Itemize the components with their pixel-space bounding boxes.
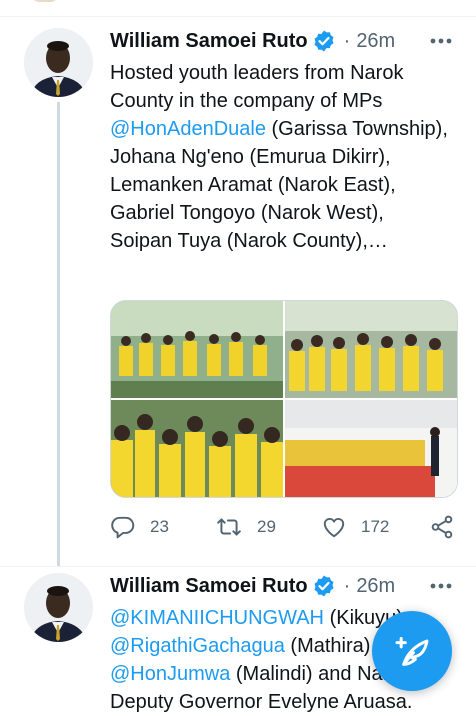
more-icon[interactable] (426, 30, 456, 52)
mention-link[interactable]: @HonAdenDuale (110, 118, 266, 140)
compose-tweet-button[interactable] (372, 611, 452, 691)
photo-1[interactable] (111, 301, 283, 398)
tweet-divider (0, 566, 476, 567)
media-grid[interactable] (110, 300, 458, 498)
retweet-count: 29 (257, 517, 276, 536)
reply-button[interactable]: 23 (110, 514, 215, 540)
separator-dot: · (343, 29, 351, 52)
reply-count: 23 (150, 517, 169, 536)
tweet-text-part: Hosted youth leaders from Narok County i… (110, 62, 404, 112)
author-name[interactable]: William Samoei Ruto (110, 30, 308, 53)
avatar[interactable] (24, 28, 93, 97)
timestamp[interactable]: 26m (356, 575, 395, 598)
previous-tweet-edge (0, 0, 476, 17)
mention-link[interactable]: @RigathiGachagua (110, 635, 285, 657)
verified-badge-icon (312, 29, 336, 53)
like-count: 172 (361, 517, 390, 536)
photo-3[interactable] (111, 400, 283, 497)
photo-2[interactable] (285, 301, 457, 398)
tweet-header: William Samoei Ruto · 26m (110, 573, 395, 599)
verified-badge-icon (312, 574, 336, 598)
heart-icon (323, 517, 345, 538)
separator-dot: · (343, 574, 351, 597)
tweet-text: Hosted youth leaders from Narok County i… (110, 59, 450, 255)
like-button[interactable]: 172 (321, 514, 429, 540)
retweet-icon (217, 518, 241, 536)
photo-4[interactable] (285, 400, 457, 497)
avatar[interactable] (24, 573, 93, 642)
share-icon (431, 515, 453, 539)
tweet-text-part: Deputy Governor Evelyne Aruasa. (110, 691, 413, 713)
thread-line (57, 102, 60, 566)
timestamp[interactable]: 26m (356, 30, 395, 53)
tweet-text-part: (Mathira), (284, 635, 376, 657)
author-name[interactable]: William Samoei Ruto (110, 575, 308, 598)
retweet-button[interactable]: 29 (215, 514, 321, 540)
previous-avatar-edge (30, 0, 60, 2)
reply-icon (111, 516, 135, 539)
tweet-header: William Samoei Ruto · 26m (110, 28, 395, 54)
mention-link[interactable]: @HonJumwa (110, 663, 230, 685)
more-icon[interactable] (426, 575, 456, 597)
compose-tweet-icon (395, 637, 429, 666)
share-button[interactable] (429, 514, 455, 540)
tweet-actions: 23 29 172 (110, 512, 456, 542)
tweet-line: Deputy Governor Evelyne Aruasa. (110, 688, 470, 716)
mention-link[interactable]: @KIMANIICHUNGWAH (110, 607, 324, 629)
